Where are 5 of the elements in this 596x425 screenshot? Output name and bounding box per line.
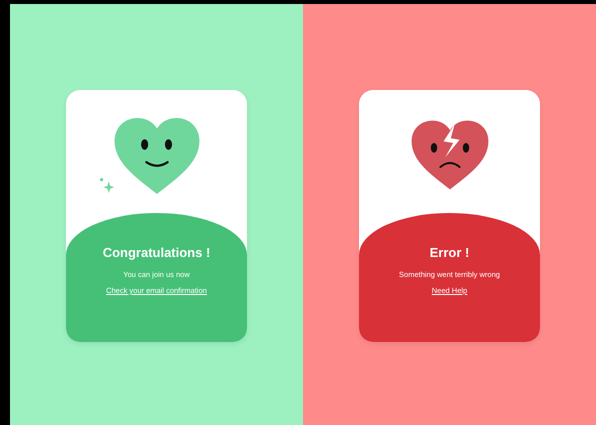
sparkle-icon bbox=[98, 176, 116, 194]
broken-heart-icon bbox=[410, 120, 490, 190]
card-title: Congratulations ! bbox=[102, 245, 210, 260]
card-title: Error ! bbox=[430, 245, 470, 260]
smiling-heart-icon bbox=[112, 118, 202, 194]
